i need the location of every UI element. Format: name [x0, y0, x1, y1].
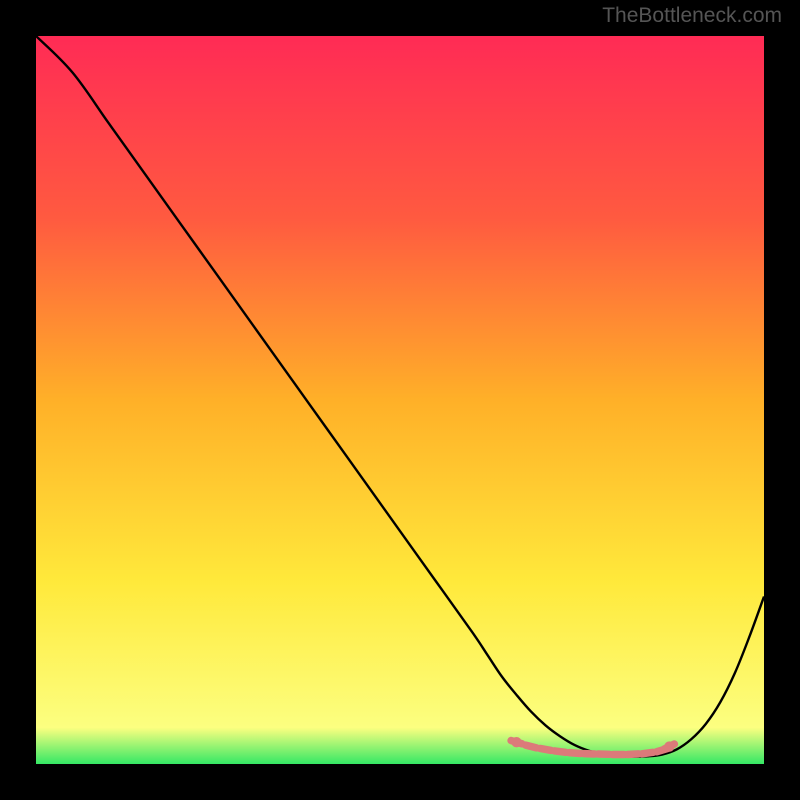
emphasis-markers	[36, 36, 764, 764]
chart-plot-area	[36, 36, 764, 764]
watermark-text: TheBottleneck.com	[602, 4, 782, 28]
